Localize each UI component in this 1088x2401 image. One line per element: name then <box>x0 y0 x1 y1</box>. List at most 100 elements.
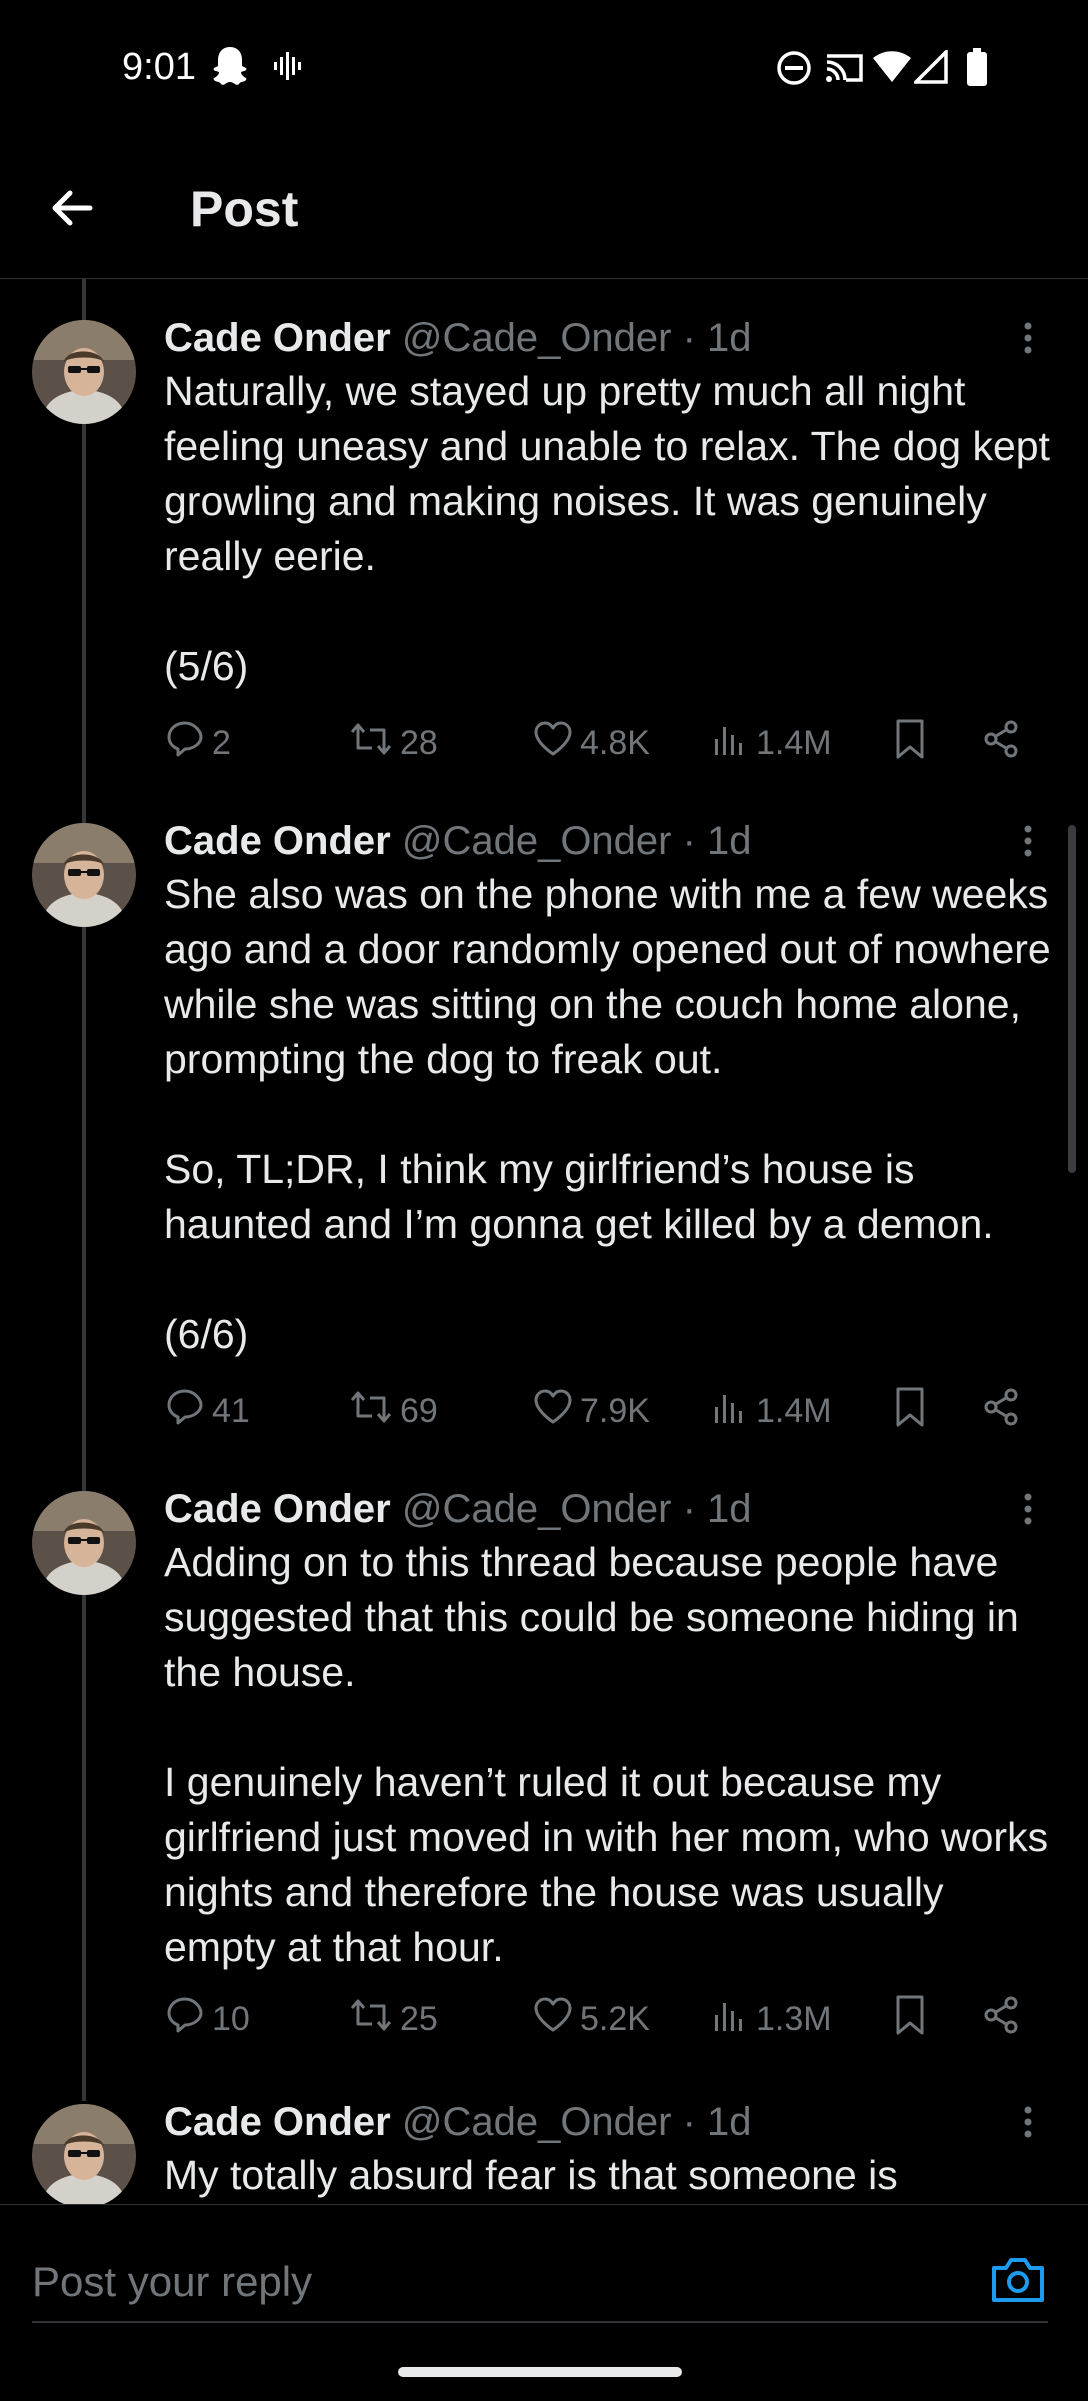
arrow-left-icon <box>48 184 96 237</box>
like-button[interactable]: 7.9K <box>532 1386 650 1436</box>
more-options-button[interactable] <box>1008 1485 1048 1533</box>
heart-icon <box>532 1994 574 2045</box>
post-meta: Cade Onder @Cade_Onder · 1d <box>164 2098 752 2146</box>
page-title: Post <box>190 181 299 237</box>
bookmark-button[interactable] <box>890 1994 930 2044</box>
reply-input[interactable]: Post your reply <box>32 2247 932 2317</box>
author-name[interactable]: Cade Onder <box>164 2100 391 2144</box>
reply-button[interactable]: 41 <box>164 1386 250 1436</box>
reply-button[interactable]: 10 <box>164 1994 250 2044</box>
repost-icon <box>348 1386 394 1437</box>
reply-button[interactable]: 2 <box>164 718 231 768</box>
author-name[interactable]: Cade Onder <box>164 819 391 863</box>
view-count: 1.4M <box>756 723 832 762</box>
avatar[interactable] <box>32 1491 136 1595</box>
bookmark-icon <box>890 1993 930 2046</box>
heart-icon <box>532 718 574 769</box>
like-button[interactable]: 5.2K <box>532 1994 650 2044</box>
like-count: 4.8K <box>580 723 650 762</box>
author-handle[interactable]: @Cade_Onder <box>402 1487 672 1531</box>
views-button[interactable]: 1.3M <box>710 1994 832 2044</box>
more-options-button[interactable] <box>1008 2098 1048 2146</box>
views-button[interactable]: 1.4M <box>710 1386 832 1436</box>
post-paragraph: Adding on to this thread because people … <box>164 1539 1031 1695</box>
thread-connector <box>82 279 86 320</box>
repost-count: 25 <box>400 1999 438 2038</box>
post-text: My totally absurd fear is that someone i… <box>164 2148 1064 2203</box>
reply-count: 10 <box>212 1999 250 2038</box>
wifi-icon <box>872 50 912 89</box>
author-name[interactable]: Cade Onder <box>164 1487 391 1531</box>
scrollbar[interactable] <box>1068 825 1076 1173</box>
repost-count: 28 <box>400 723 438 762</box>
repost-button[interactable]: 28 <box>348 718 438 768</box>
cast-icon <box>824 52 864 89</box>
bookmark-button[interactable] <box>890 1386 930 1436</box>
author-handle[interactable]: @Cade_Onder <box>402 2100 672 2144</box>
heart-icon <box>532 1386 574 1437</box>
repost-count: 69 <box>400 1391 438 1430</box>
like-button[interactable]: 4.8K <box>532 718 650 768</box>
post-meta: Cade Onder @Cade_Onder · 1d <box>164 1485 752 1533</box>
avatar[interactable] <box>32 2104 136 2204</box>
views-chart-icon <box>710 1387 750 1436</box>
repost-button[interactable]: 25 <box>348 1994 438 2044</box>
views-button[interactable]: 1.4M <box>710 718 832 768</box>
reply-composer: Post your reply <box>0 2204 1088 2401</box>
more-options-button[interactable] <box>1008 314 1048 362</box>
cellular-signal-icon <box>911 47 948 89</box>
share-icon <box>980 1386 1022 1437</box>
bookmark-icon <box>890 717 930 770</box>
home-indicator[interactable] <box>398 2367 682 2377</box>
share-icon <box>980 1994 1022 2045</box>
share-button[interactable] <box>980 1386 1022 1436</box>
status-bar: 9:01 <box>0 0 1088 140</box>
post-actions: 41 69 7.9K 1.4M <box>164 1386 1044 1436</box>
post-meta: Cade Onder @Cade_Onder · 1d <box>164 314 752 362</box>
snapchat-icon <box>210 44 250 93</box>
status-time: 9:01 <box>122 46 196 88</box>
post-text: Adding on to this thread because people … <box>164 1535 1064 1975</box>
share-button[interactable] <box>980 718 1022 768</box>
post-paragraph: (6/6) <box>164 1311 249 1357</box>
reply-input-underline <box>32 2321 1048 2323</box>
post-actions: 10 25 5.2K 1.3M <box>164 1994 1044 2044</box>
reply-icon <box>164 1994 206 2045</box>
post-paragraph: Naturally, we stayed up pretty much all … <box>164 368 1062 579</box>
share-icon <box>980 718 1022 769</box>
share-button[interactable] <box>980 1994 1022 2044</box>
more-options-button[interactable] <box>1008 817 1048 865</box>
post-meta: Cade Onder @Cade_Onder · 1d <box>164 817 752 865</box>
thread-connector <box>82 1593 86 2101</box>
do-not-disturb-icon <box>776 50 812 91</box>
thread-connector <box>82 925 86 1496</box>
reply-icon <box>164 718 206 769</box>
repost-button[interactable]: 69 <box>348 1386 438 1436</box>
author-handle[interactable]: @Cade_Onder <box>402 316 672 360</box>
reply-icon <box>164 1386 206 1437</box>
post-text: She also was on the phone with me a few … <box>164 867 1064 1362</box>
author-handle[interactable]: @Cade_Onder <box>402 819 672 863</box>
camera-icon <box>990 2254 1046 2309</box>
author-name[interactable]: Cade Onder <box>164 316 391 360</box>
post-text: Naturally, we stayed up pretty much all … <box>164 364 1064 694</box>
like-count: 7.9K <box>580 1391 650 1430</box>
back-button[interactable] <box>40 178 104 242</box>
thread-feed[interactable]: Cade Onder @Cade_Onder · 1d Naturally, w… <box>0 279 1088 2204</box>
avatar[interactable] <box>32 320 136 424</box>
repost-icon <box>348 718 394 769</box>
post-time: · 1d <box>671 819 752 863</box>
battery-icon <box>966 48 988 91</box>
bookmark-button[interactable] <box>890 718 930 768</box>
reply-count: 41 <box>212 1391 250 1430</box>
post-time: · 1d <box>671 1487 752 1531</box>
post-time: · 1d <box>671 2100 752 2144</box>
post-paragraph: I genuinely haven’t ruled it out because… <box>164 1759 1060 1970</box>
bookmark-icon <box>890 1385 930 1438</box>
voice-wave-icon <box>272 52 304 85</box>
camera-button[interactable] <box>986 2249 1050 2313</box>
post-actions: 2 28 4.8K 1.4M <box>164 718 1044 768</box>
avatar[interactable] <box>32 823 136 927</box>
post-paragraph: She also was on the phone with me a few … <box>164 871 1063 1082</box>
like-count: 5.2K <box>580 1999 650 2038</box>
